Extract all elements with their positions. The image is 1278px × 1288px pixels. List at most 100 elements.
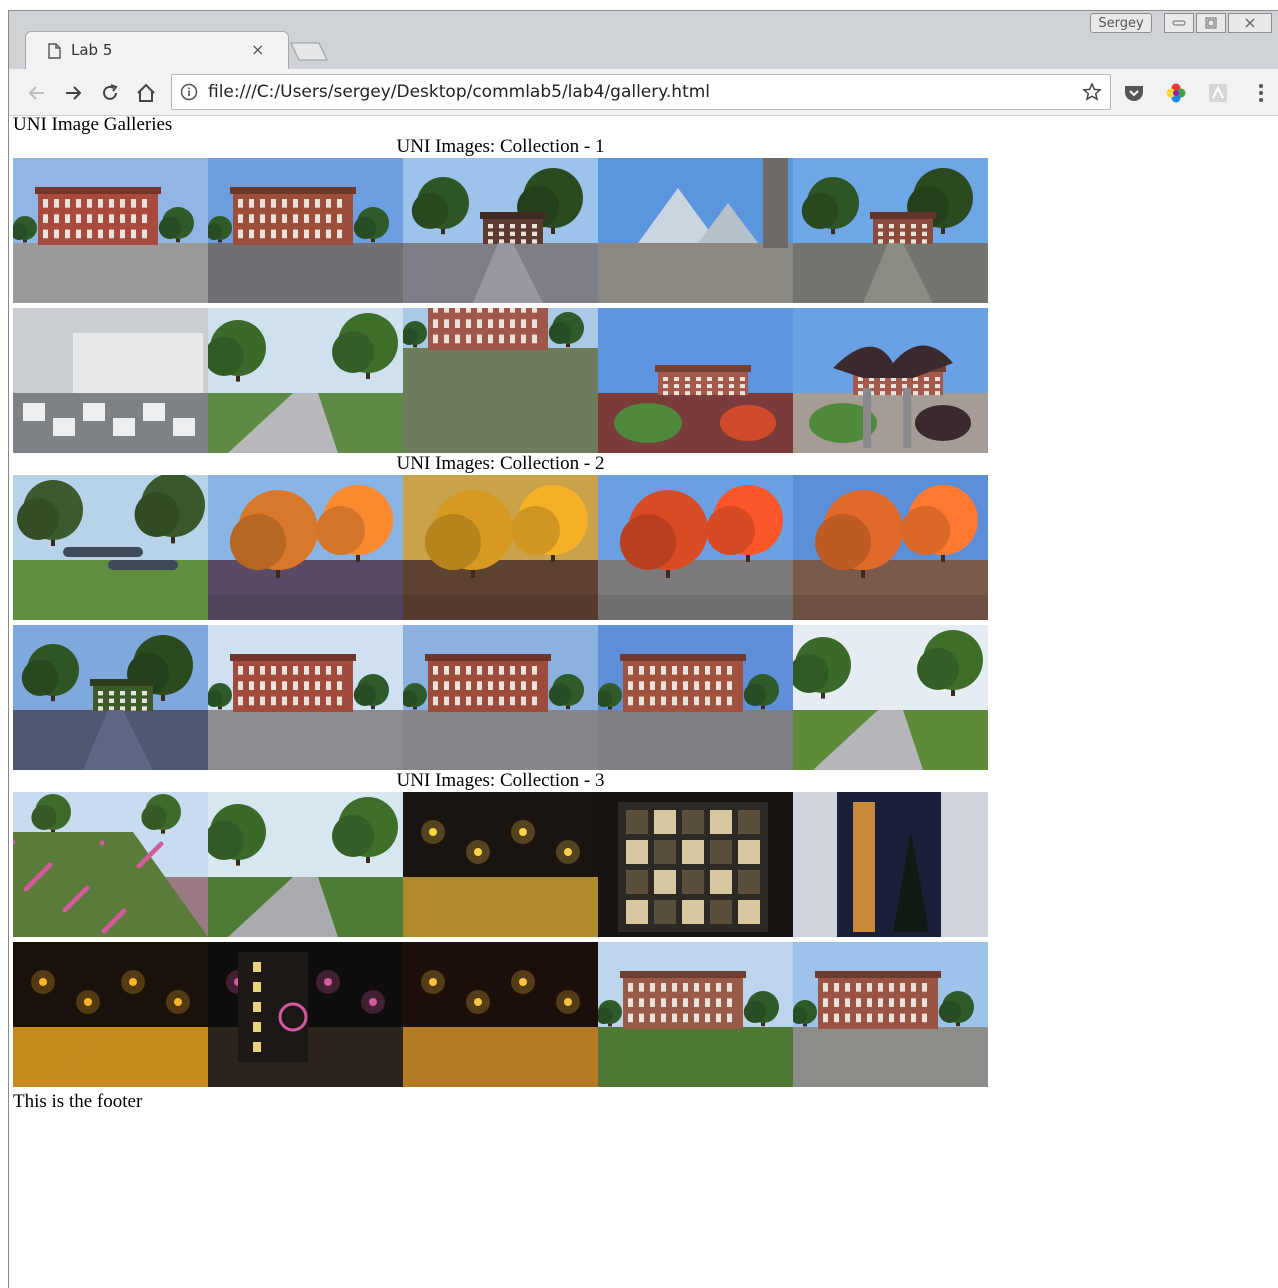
gallery-image[interactable]: [793, 625, 988, 770]
window-controls: [1164, 13, 1278, 33]
gallery-image[interactable]: [403, 475, 598, 620]
tab-strip: Lab 5 × Sergey: [9, 11, 1278, 70]
gallery-image[interactable]: [13, 792, 208, 937]
photo-autumn-tree: [208, 475, 403, 620]
url-text[interactable]: file:///C:/Users/sergey/Desktop/commlab5…: [208, 82, 710, 102]
back-button[interactable]: [25, 81, 49, 105]
gallery-image[interactable]: [208, 625, 403, 770]
photo-brick-building: [598, 942, 793, 1087]
back-arrow-icon: [28, 86, 44, 100]
photo-sidewalk-park: [208, 308, 403, 453]
gallery-image[interactable]: [598, 158, 793, 303]
photo-sidewalk-park: [793, 625, 988, 770]
photo-flower-bed: [13, 792, 208, 937]
collection-title: UNI Images: Collection - 1: [396, 136, 605, 157]
info-icon[interactable]: [180, 83, 198, 101]
page-content: UNI Image Galleries UNI Images: Collecti…: [13, 114, 1273, 1113]
minimize-button[interactable]: [1164, 13, 1194, 33]
gallery-image[interactable]: [598, 625, 793, 770]
photo-autumn-shrubs: [598, 308, 793, 453]
close-window-button[interactable]: [1228, 13, 1272, 33]
photo-night-path: [13, 942, 208, 1087]
gallery-image[interactable]: [403, 792, 598, 937]
gallery-image[interactable]: [13, 308, 208, 453]
page-heading: UNI Image Galleries: [13, 114, 173, 135]
gallery-image[interactable]: [403, 625, 598, 770]
footer: This is the footer: [13, 1091, 143, 1112]
gallery-image[interactable]: [208, 475, 403, 620]
photo-night-path: [403, 942, 598, 1087]
photo-trees-path: [793, 158, 988, 303]
photo-sidewalk-park: [208, 792, 403, 937]
gallery-image[interactable]: [403, 308, 598, 453]
gallery-image[interactable]: [598, 792, 793, 937]
reload-icon: [103, 84, 118, 100]
collection-1: UNI Images: Collection - 1: [13, 136, 988, 453]
photo-brick-building: [208, 625, 403, 770]
gallery-image[interactable]: [208, 792, 403, 937]
gallery-image[interactable]: [793, 158, 988, 303]
photo-campus-aerial: [403, 308, 598, 453]
new-tab-button[interactable]: [289, 41, 329, 61]
photo-brick-building: [598, 625, 793, 770]
image-grid: [13, 475, 988, 770]
pocket-extension-icon[interactable]: [1122, 81, 1146, 105]
home-icon: [137, 83, 155, 102]
gallery-image[interactable]: [13, 942, 208, 1087]
photo-brick-building: [208, 158, 403, 303]
image-grid: [13, 158, 988, 453]
forward-button[interactable]: [61, 81, 85, 105]
collection-2: UNI Images: Collection - 2: [13, 453, 988, 770]
gallery-image[interactable]: [208, 942, 403, 1087]
gallery-image[interactable]: [208, 308, 403, 453]
photo-sculpture: [793, 308, 988, 453]
forward-arrow-icon: [66, 86, 82, 100]
photo-cannons-lawn: [13, 475, 208, 620]
gallery-image[interactable]: [208, 158, 403, 303]
pdf-extension-icon[interactable]: [1206, 81, 1230, 105]
collection-title: UNI Images: Collection - 3: [396, 770, 605, 791]
tab-title: Lab 5: [71, 41, 113, 59]
page-icon: [48, 43, 61, 59]
photo-autumn-tree: [598, 475, 793, 620]
minimize-icon: [1172, 20, 1186, 26]
gallery-image[interactable]: [793, 942, 988, 1087]
collection-3: UNI Images: Collection - 3: [13, 770, 988, 1087]
gallery-image[interactable]: [598, 475, 793, 620]
browser-toolbar: file:///C:/Users/sergey/Desktop/commlab5…: [9, 69, 1278, 116]
menu-icon[interactable]: [1249, 81, 1273, 105]
tab-close-icon[interactable]: ×: [251, 40, 264, 59]
photo-autumn-tree: [793, 475, 988, 620]
home-button[interactable]: [134, 81, 158, 105]
reload-button[interactable]: [98, 81, 122, 105]
gallery-image[interactable]: [403, 942, 598, 1087]
close-icon: [1245, 18, 1255, 28]
gallery-image[interactable]: [793, 475, 988, 620]
photo-night-building: [208, 942, 403, 1087]
gallery-image[interactable]: [13, 475, 208, 620]
gallery-image[interactable]: [793, 308, 988, 453]
gallery-image[interactable]: [598, 942, 793, 1087]
photo-night-path: [403, 792, 598, 937]
gallery-image[interactable]: [13, 625, 208, 770]
maximize-icon: [1205, 17, 1217, 29]
photo-autumn-tree: [403, 475, 598, 620]
color-picker-extension-icon[interactable]: [1164, 81, 1188, 105]
photo-shaded-path: [13, 625, 208, 770]
photo-trees-shade: [403, 158, 598, 303]
tab-active[interactable]: [25, 31, 289, 70]
photo-night-glass: [598, 792, 793, 937]
photo-brick-building: [403, 625, 598, 770]
bookmark-star-icon[interactable]: [1082, 82, 1102, 102]
profile-button[interactable]: Sergey: [1090, 13, 1152, 33]
address-bar[interactable]: file:///C:/Users/sergey/Desktop/commlab5…: [171, 74, 1111, 110]
gallery-image[interactable]: [13, 158, 208, 303]
gallery-image[interactable]: [598, 308, 793, 453]
gallery-image[interactable]: [793, 792, 988, 937]
photo-night-tower: [793, 792, 988, 937]
maximize-button[interactable]: [1196, 13, 1226, 33]
collections: UNI Images: Collection - 1 UNI Images: Co…: [13, 136, 1273, 1087]
photo-brick-building: [793, 942, 988, 1087]
gallery-image[interactable]: [403, 158, 598, 303]
image-grid: [13, 792, 988, 1087]
